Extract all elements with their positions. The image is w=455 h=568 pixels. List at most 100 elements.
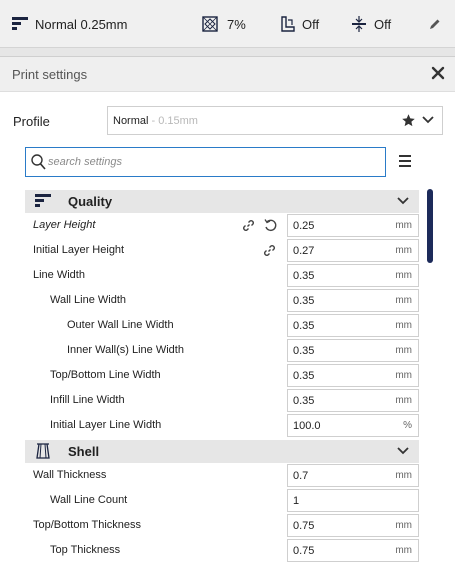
setting-inner-wall-line-width: Inner Wall(s) Line Width 0.35 mm — [25, 338, 419, 363]
panel-title: Print settings — [12, 67, 88, 82]
setting-value: 1 — [293, 495, 300, 507]
profile-name: Normal - 0.15mm — [113, 115, 198, 127]
link-icon[interactable] — [242, 219, 255, 232]
setting-label: Top Thickness — [50, 544, 121, 556]
panel-header: Print settings — [0, 57, 455, 92]
edit-button[interactable] — [429, 0, 441, 48]
setting-label: Inner Wall(s) Line Width — [67, 344, 184, 356]
adhesion-summary-label: Off — [374, 16, 392, 32]
setting-unit: mm — [395, 270, 412, 281]
setting-label: Wall Thickness — [33, 469, 107, 481]
pencil-icon — [430, 19, 440, 29]
adhesion-summary[interactable]: Off — [352, 0, 391, 48]
setting-input[interactable]: 0.35 mm — [287, 364, 419, 387]
search-icon — [31, 154, 46, 170]
setting-value: 0.35 — [293, 270, 315, 282]
setting-unit: mm — [395, 545, 412, 556]
setting-value: 0.35 — [293, 395, 315, 407]
setting-initial-layer-height: Initial Layer Height 0.27 mm — [25, 238, 419, 263]
close-icon[interactable] — [431, 66, 445, 80]
setting-outer-wall-line-width: Outer Wall Line Width 0.35 mm — [25, 313, 419, 338]
section-shell[interactable]: Shell — [25, 440, 419, 463]
setting-value: 0.35 — [293, 320, 315, 332]
setting-label: Wall Line Count — [50, 494, 128, 506]
setting-label: Wall Line Width — [50, 294, 127, 306]
setting-initial-layer-line-width: Initial Layer Line Width 100.0 % — [25, 413, 419, 438]
setting-input[interactable]: 0.75 mm — [287, 539, 419, 562]
adhesion-icon — [352, 16, 366, 32]
profile-name-main: Normal — [113, 115, 149, 127]
scrollbar[interactable] — [427, 189, 433, 263]
setting-unit: mm — [395, 320, 412, 331]
print-setup-toolbar[interactable]: Normal 0.25mm 7% Off Off — [0, 0, 455, 48]
setting-value: 0.25 — [293, 220, 315, 232]
setting-unit: mm — [395, 245, 412, 256]
setting-label: Infill Line Width — [50, 394, 125, 406]
setting-value: 0.75 — [293, 545, 315, 557]
section-quality[interactable]: Quality — [25, 190, 419, 213]
setting-value: 0.27 — [293, 245, 315, 257]
setting-input[interactable]: 0.35 mm — [287, 314, 419, 337]
profile-summary-label: Normal 0.25mm — [35, 16, 128, 32]
setting-input[interactable]: 100.0 % — [287, 414, 419, 437]
setting-value: 100.0 — [293, 420, 321, 432]
infill-summary-label: 7% — [227, 16, 246, 32]
support-icon — [281, 16, 295, 32]
search-box[interactable] — [25, 147, 386, 177]
support-summary[interactable]: Off — [281, 0, 319, 48]
setting-top-bottom-line-width: Top/Bottom Line Width 0.35 mm — [25, 363, 419, 388]
setting-input[interactable]: 0.35 mm — [287, 389, 419, 412]
profile-summary[interactable]: Normal 0.25mm — [12, 0, 127, 48]
profile-dropdown[interactable]: Normal - 0.15mm — [107, 106, 443, 135]
menu-icon[interactable] — [398, 155, 412, 167]
setting-layer-height: Layer Height 0.25 mm — [25, 213, 419, 238]
search-input[interactable] — [48, 153, 378, 171]
setting-unit: mm — [395, 520, 412, 531]
setting-label: Initial Layer Line Width — [50, 419, 162, 431]
setting-input[interactable]: 0.35 mm — [287, 289, 419, 312]
setting-input[interactable]: 1 — [287, 489, 419, 512]
chevron-down-icon — [422, 116, 434, 124]
setting-input[interactable]: 0.35 mm — [287, 339, 419, 362]
setting-value: 0.35 — [293, 345, 315, 357]
support-summary-label: Off — [302, 16, 320, 32]
setting-label: Outer Wall Line Width — [67, 319, 174, 331]
quality-icon — [12, 17, 28, 30]
setting-value: 0.7 — [293, 470, 309, 482]
infill-icon — [202, 16, 218, 32]
print-settings-panel: Print settings Profile Normal - 0.15mm s… — [0, 56, 455, 568]
setting-unit: % — [403, 420, 412, 431]
setting-value: 0.75 — [293, 520, 315, 532]
setting-line-width: Line Width 0.35 mm — [25, 263, 419, 288]
setting-label: Layer Height — [33, 219, 96, 231]
setting-label: Top/Bottom Line Width — [50, 369, 161, 381]
star-icon[interactable] — [401, 113, 416, 128]
setting-top-bottom-thickness: Top/Bottom Thickness 0.75 mm — [25, 513, 419, 538]
setting-input[interactable]: 0.75 mm — [287, 514, 419, 537]
setting-wall-line-width: Wall Line Width 0.35 mm — [25, 288, 419, 313]
setting-input[interactable]: 0.7 mm — [287, 464, 419, 487]
section-title: Shell — [68, 444, 100, 459]
profile-name-sub: - 0.15mm — [148, 115, 198, 127]
setting-value: 0.35 — [293, 370, 315, 382]
chevron-down-icon — [397, 197, 409, 205]
shell-icon — [36, 443, 50, 459]
setting-input[interactable]: 0.25 mm — [287, 214, 419, 237]
setting-value: 0.35 — [293, 295, 315, 307]
section-title: Quality — [68, 194, 113, 209]
setting-unit: mm — [395, 395, 412, 406]
infill-summary[interactable]: 7% — [202, 0, 246, 48]
setting-input[interactable]: 0.35 mm — [287, 264, 419, 287]
link-icon[interactable] — [263, 244, 276, 257]
setting-label: Initial Layer Height — [33, 244, 125, 256]
setting-unit: mm — [395, 345, 412, 356]
setting-unit: mm — [395, 470, 412, 481]
setting-infill-line-width: Infill Line Width 0.35 mm — [25, 388, 419, 413]
setting-unit: mm — [395, 220, 412, 231]
setting-label: Line Width — [33, 269, 85, 281]
reset-icon[interactable] — [264, 219, 277, 232]
setting-label: Top/Bottom Thickness — [33, 519, 142, 531]
chevron-down-icon — [397, 447, 409, 455]
setting-unit: mm — [395, 295, 412, 306]
setting-input[interactable]: 0.27 mm — [287, 239, 419, 262]
